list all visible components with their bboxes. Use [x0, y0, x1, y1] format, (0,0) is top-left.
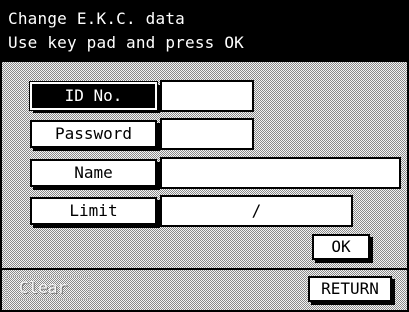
id-no-field[interactable]	[160, 80, 254, 112]
name-field[interactable]	[160, 157, 401, 189]
ekc-data-screen: Change E.K.C. data Use key pad and press…	[0, 0, 409, 312]
password-button[interactable]: Password	[30, 120, 157, 148]
return-button[interactable]: RETURN	[308, 276, 392, 302]
id-no-button[interactable]: ID No.	[29, 81, 158, 111]
limit-button[interactable]: Limit	[30, 197, 157, 225]
name-button[interactable]: Name	[30, 159, 157, 187]
header: Change E.K.C. data Use key pad and press…	[2, 2, 407, 62]
ok-button[interactable]: OK	[312, 234, 370, 260]
header-instruction: Use key pad and press OK	[8, 33, 244, 52]
clear-button[interactable]: Clear	[6, 276, 90, 300]
password-field[interactable]	[160, 118, 254, 150]
header-title: Change E.K.C. data	[8, 9, 185, 28]
limit-field[interactable]: /	[160, 195, 353, 227]
divider	[2, 268, 407, 270]
